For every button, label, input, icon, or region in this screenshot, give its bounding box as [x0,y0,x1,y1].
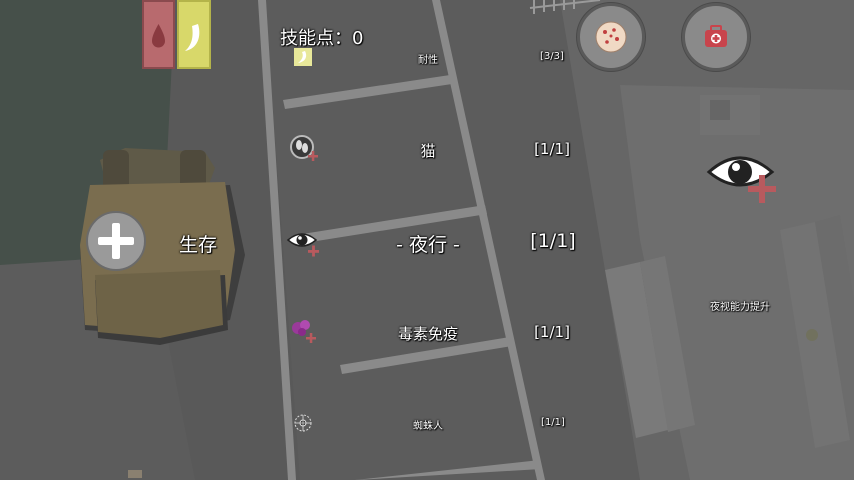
poison-icon [292,320,316,343]
medkit-button[interactable] [682,3,750,71]
skill-name: 毒素免疫 [397,325,459,343]
skill-name: 耐性 [418,55,438,66]
skill-level: [1/1] [534,323,570,341]
cat-eye-icon [290,135,318,161]
banana-icon [294,48,312,66]
spider-icon [294,414,312,432]
skill-name-selected: - 夜行 - [396,234,460,256]
plus-icon [98,223,134,259]
skill-description: 夜视能力提升 [710,302,770,313]
water-stat [142,0,175,69]
skill-level: [1/1] [534,140,570,158]
category-label: 生存 [179,234,218,256]
skill-level-selected: [1/1] [530,230,576,252]
night-vision-preview-icon [706,156,776,203]
skill-name: 蜘蛛人 [413,421,443,432]
skill-level: [1/1] [541,417,565,428]
water-drop-icon [152,24,165,48]
medkit-icon [705,25,727,47]
skill-level: [3/3] [540,51,564,62]
skill-name: 猫 [420,142,436,160]
add-button[interactable] [86,211,146,271]
food-stat [177,0,211,69]
night-eye-icon [286,233,319,257]
banana-icon [185,24,200,51]
